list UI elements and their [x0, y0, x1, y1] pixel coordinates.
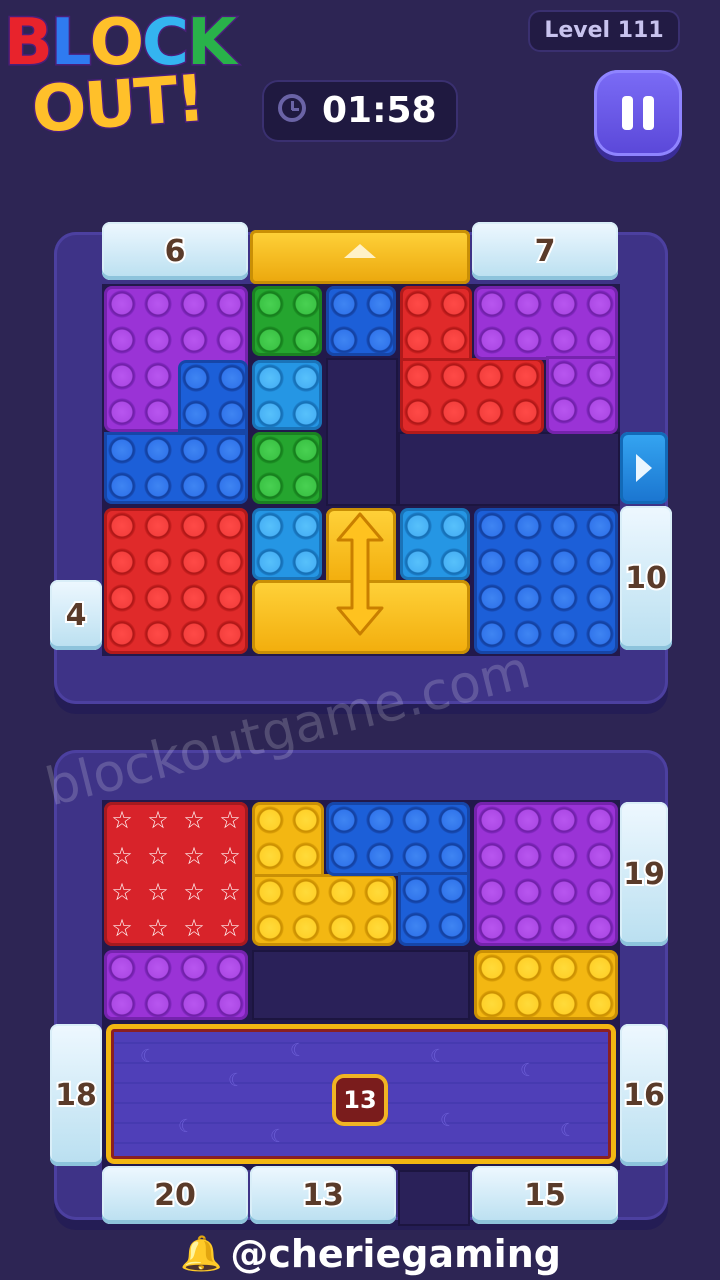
- tile-number: 15: [522, 1176, 568, 1215]
- triangle-up-icon: [344, 244, 376, 258]
- bell-icon: 🔔: [180, 1234, 223, 1274]
- yellow-block[interactable]: [474, 950, 618, 1020]
- number-tile: 13: [250, 1166, 396, 1224]
- star-icon: ☆: [147, 806, 169, 834]
- exit-gate[interactable]: [250, 230, 470, 284]
- tile-number: 16: [621, 1076, 667, 1115]
- star-icon: ☆: [147, 878, 169, 906]
- logo-letter: B: [3, 6, 55, 80]
- tile-number: 10: [623, 559, 669, 598]
- tile-number: 20: [152, 1176, 198, 1215]
- double-arrow-vertical-icon: [336, 512, 384, 636]
- star-icon: ☆: [111, 806, 133, 834]
- blue-block[interactable]: [398, 872, 470, 946]
- empty-cell: [326, 358, 398, 506]
- number-tile: 20: [102, 1166, 248, 1224]
- moon-icon: ☾: [140, 1046, 157, 1067]
- moon-icon: ☾: [228, 1070, 245, 1091]
- yellow-block[interactable]: [252, 874, 396, 946]
- empty-cell: [398, 1170, 470, 1226]
- number-tile: 16: [620, 1024, 668, 1166]
- star-icon: ☆: [111, 914, 133, 942]
- star-icon: ☆: [111, 878, 133, 906]
- creator-handle: @cheriegaming: [230, 1232, 561, 1276]
- tile-number: 18: [53, 1076, 99, 1115]
- star-icon: ☆: [147, 914, 169, 942]
- level-indicator: Level 111: [528, 10, 680, 52]
- yellow-block[interactable]: [252, 802, 324, 878]
- moon-icon: ☾: [560, 1120, 577, 1141]
- pause-button[interactable]: [594, 70, 682, 156]
- game-logo: BLOCK OUT!: [0, 0, 270, 150]
- number-tile: 15: [472, 1166, 618, 1224]
- tile-number: 7: [533, 232, 558, 271]
- cyan-block[interactable]: [252, 360, 322, 430]
- blue-block[interactable]: [178, 360, 248, 432]
- clock-icon: [278, 94, 306, 122]
- purple-block[interactable]: [474, 286, 618, 360]
- star-icon: ☆: [219, 842, 241, 870]
- star-block[interactable]: ☆ ☆ ☆ ☆ ☆ ☆ ☆ ☆ ☆ ☆ ☆ ☆ ☆ ☆ ☆ ☆: [104, 802, 248, 946]
- moon-icon: ☾: [270, 1126, 287, 1147]
- number-tile: 7: [472, 222, 618, 280]
- number-tile: 18: [50, 1024, 102, 1166]
- red-block[interactable]: [400, 286, 472, 362]
- timer-value: 01:58: [322, 90, 437, 131]
- star-icon: ☆: [183, 842, 205, 870]
- purple-block[interactable]: [546, 356, 618, 434]
- moon-icon: ☾: [290, 1040, 307, 1061]
- cyan-block[interactable]: [252, 508, 322, 580]
- blue-block[interactable]: [104, 432, 248, 504]
- empty-cell: [252, 950, 470, 1020]
- number-tile: 4: [50, 580, 102, 650]
- green-block[interactable]: [252, 432, 322, 504]
- creator-credit: 🔔 @cheriegaming: [180, 1230, 561, 1278]
- pause-icon: [643, 96, 654, 130]
- logo-letter: L: [49, 6, 93, 80]
- moon-icon: ☾: [520, 1060, 537, 1081]
- timer: 01:58: [262, 80, 458, 142]
- purple-block[interactable]: [104, 950, 248, 1020]
- star-icon: ☆: [219, 914, 241, 942]
- star-icon: ☆: [147, 842, 169, 870]
- pause-icon: [622, 96, 633, 130]
- red-block[interactable]: [400, 358, 544, 434]
- purple-block[interactable]: [474, 802, 618, 946]
- number-tile: 10: [620, 506, 672, 650]
- moon-icon: ☾: [178, 1116, 195, 1137]
- mat-counter-badge: 13: [332, 1074, 388, 1126]
- cyan-block[interactable]: [400, 508, 470, 580]
- green-block[interactable]: [252, 286, 322, 356]
- tile-number: 4: [64, 596, 89, 635]
- star-icon: ☆: [183, 914, 205, 942]
- moon-icon: ☾: [440, 1110, 457, 1131]
- number-tile: 6: [102, 222, 248, 280]
- logo-line-2: OUT!: [28, 61, 207, 150]
- number-tile: 19: [620, 802, 668, 946]
- star-icon: ☆: [219, 878, 241, 906]
- play-right-icon: [636, 454, 652, 482]
- blue-block[interactable]: [474, 508, 618, 654]
- blue-block[interactable]: [326, 802, 470, 876]
- star-icon: ☆: [183, 806, 205, 834]
- red-block[interactable]: [104, 508, 248, 654]
- tile-number: 13: [300, 1176, 346, 1215]
- tile-number: 19: [621, 855, 667, 894]
- moon-icon: ☾: [430, 1046, 447, 1067]
- star-icon: ☆: [111, 842, 133, 870]
- star-icon: ☆: [183, 878, 205, 906]
- side-exit-tab[interactable]: [620, 432, 668, 504]
- empty-cell: [398, 432, 620, 506]
- tile-number: 6: [163, 232, 188, 271]
- blue-block[interactable]: [326, 286, 396, 356]
- star-icon: ☆: [219, 806, 241, 834]
